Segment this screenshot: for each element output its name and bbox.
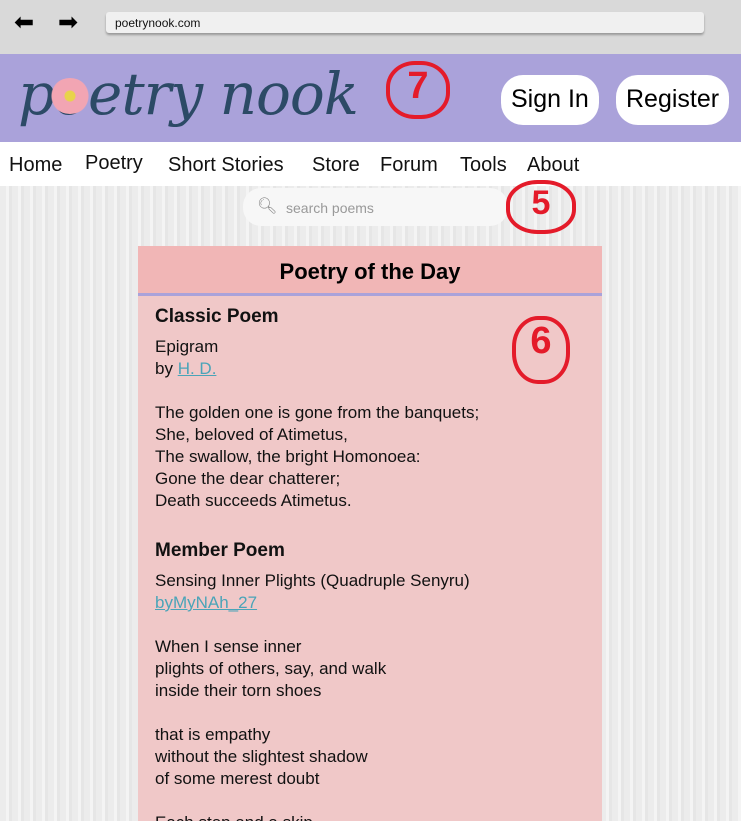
nav-poetry[interactable]: Poetry	[85, 152, 143, 175]
main-content: 🔍︎ search poems 5 Poetry of the Day Clas…	[0, 180, 741, 821]
register-button[interactable]: Register	[616, 75, 730, 125]
forward-arrow-icon[interactable]: ➡	[58, 11, 78, 35]
browser-chrome: ⬅ ➡ poetrynook.com	[0, 0, 741, 54]
poem-line: Each step and a skip	[155, 812, 585, 821]
poem-line: inside their torn shoes	[155, 681, 322, 700]
nav-home[interactable]: Home	[9, 154, 62, 177]
back-arrow-icon[interactable]: ⬅	[14, 11, 34, 35]
site-header: poetry nook 7 Sign In Register	[0, 54, 741, 142]
poem-line: without the slightest shadow	[155, 747, 368, 766]
poem-line: of some merest doubt	[155, 769, 320, 788]
member-heading: Member Poem	[155, 540, 285, 561]
member-title: Sensing Inner Plights (Quadruple Senyru)	[155, 571, 470, 590]
member-author-link[interactable]: byMyNAh_27	[155, 593, 257, 612]
search-input[interactable]: 🔍︎ search poems	[243, 188, 508, 226]
poem-line: She, beloved of Atimetus,	[155, 425, 348, 444]
search-icon: 🔍︎	[257, 198, 278, 215]
poem-line: plights of others, say, and walk	[155, 659, 387, 678]
nav-about[interactable]: About	[527, 154, 579, 177]
annotation-7: 7	[386, 61, 450, 119]
poem-line: Death succeeds Atimetus.	[155, 491, 352, 510]
poem-line: When I sense inner	[155, 637, 302, 656]
main-nav: Home Poetry Short Stories Store Forum To…	[0, 142, 741, 186]
card-title: Poetry of the Day	[138, 246, 602, 296]
poem-line: Gone the dear chatterer;	[155, 469, 341, 488]
poem-line: The golden one is gone from the banquets…	[155, 403, 480, 422]
flower-icon	[50, 78, 90, 114]
poem-line: that is empathy	[155, 725, 271, 744]
annotation-6: 6	[512, 316, 570, 384]
url-bar[interactable]: poetrynook.com	[106, 12, 704, 33]
annotation-5: 5	[506, 180, 576, 234]
nav-store[interactable]: Store	[312, 154, 360, 177]
nav-tools[interactable]: Tools	[460, 154, 507, 177]
nav-short-stories[interactable]: Short Stories	[168, 154, 284, 177]
sign-in-button[interactable]: Sign In	[501, 75, 599, 125]
search-placeholder: search poems	[286, 200, 374, 216]
classic-author-link[interactable]: H. D.	[178, 359, 217, 378]
by-label: by	[155, 359, 178, 378]
poetry-of-the-day-card: Poetry of the Day Classic Poem Epigram b…	[138, 246, 602, 821]
nav-forum[interactable]: Forum	[380, 154, 438, 177]
poem-line: The swallow, the bright Homonoea:	[155, 447, 421, 466]
